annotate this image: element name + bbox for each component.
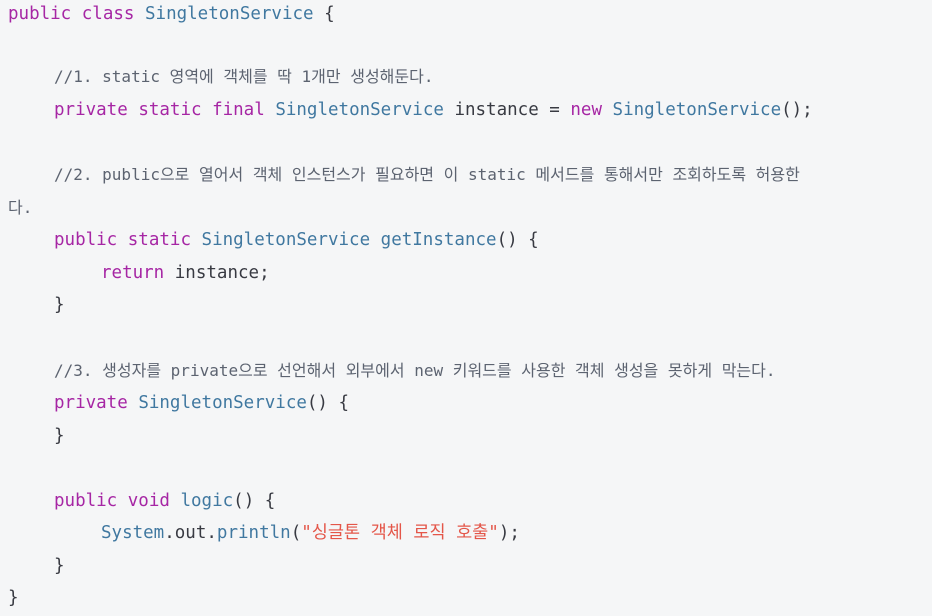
method-name: getInstance: [380, 230, 497, 250]
dot: .: [164, 523, 175, 543]
keyword: public: [54, 230, 118, 250]
class-closing-brace-line: }: [8, 582, 19, 614]
brace: }: [54, 556, 65, 576]
code-block: public class SingletonService { //1. sta…: [0, 0, 932, 616]
keyword: private: [54, 393, 128, 413]
keyword: public: [54, 491, 118, 511]
brace: }: [54, 295, 65, 315]
comment: //3. 생성자를 private으로 선언해서 외부에서 new 키워드를 사…: [54, 361, 776, 380]
punctuation: ;: [259, 263, 270, 283]
punctuation: );: [498, 523, 520, 543]
comment-line-2-wrap: 다.: [8, 192, 32, 224]
type-name: SingletonService: [201, 230, 371, 250]
constructor-line: private SingletonService() {: [8, 387, 349, 419]
constructor-call: SingletonService: [612, 100, 782, 120]
logic-method-line: public void logic() {: [8, 485, 275, 517]
brace: }: [8, 588, 19, 608]
println-line: System.out.println("싱글톤 객체 로직 호출");: [8, 517, 520, 549]
punctuation: (: [290, 523, 302, 543]
string-literal: "싱글톤 객체 로직 호출": [301, 523, 499, 543]
class-declaration-line: public class SingletonService {: [8, 0, 335, 30]
return-line: return instance;: [8, 257, 270, 289]
punctuation: () {: [233, 491, 276, 511]
comment: //2. public으로 열어서 객체 인스턴스가 필요하면 이 static…: [54, 165, 800, 184]
brace: {: [324, 4, 335, 24]
method-call: println: [216, 523, 291, 543]
punctuation: () {: [306, 393, 350, 413]
keyword: static: [138, 100, 202, 120]
keyword: public: [8, 4, 72, 24]
keyword: class: [81, 4, 135, 24]
variable: instance: [174, 263, 260, 283]
comment-line-2: //2. public으로 열어서 객체 인스턴스가 필요하면 이 static…: [8, 159, 800, 191]
comment-line-3: //3. 생성자를 private으로 선언해서 외부에서 new 키워드를 사…: [8, 355, 776, 387]
dot: .: [206, 523, 217, 543]
brace: }: [54, 426, 65, 446]
keyword: void: [127, 491, 170, 511]
punctuation: () {: [496, 230, 539, 250]
variable: instance: [454, 100, 539, 120]
keyword: private: [54, 100, 128, 120]
keyword: static: [127, 230, 191, 250]
keyword: final: [212, 100, 265, 120]
comment-line-1: //1. static 영역에 객체를 딱 1개만 생성해둔다.: [8, 61, 433, 93]
instance-field-line: private static final SingletonService in…: [8, 94, 813, 126]
get-instance-line: public static SingletonService getInstan…: [8, 224, 539, 256]
closing-brace-line: }: [8, 550, 65, 582]
class-name: SingletonService: [145, 4, 314, 24]
closing-brace-line: }: [8, 289, 65, 321]
punctuation: ();: [781, 100, 813, 120]
keyword: new: [570, 100, 602, 120]
comment: 다.: [8, 198, 33, 217]
constructor-name: SingletonService: [138, 393, 307, 413]
type-name: SingletonService: [275, 100, 444, 120]
comment: //1. static 영역에 객체를 딱 1개만 생성해둔다.: [54, 67, 434, 86]
class-reference: System: [101, 523, 165, 543]
operator: =: [549, 100, 560, 120]
closing-brace-line: }: [8, 420, 65, 452]
method-name: logic: [180, 491, 234, 511]
keyword: return: [101, 263, 165, 283]
field: out: [174, 523, 207, 543]
